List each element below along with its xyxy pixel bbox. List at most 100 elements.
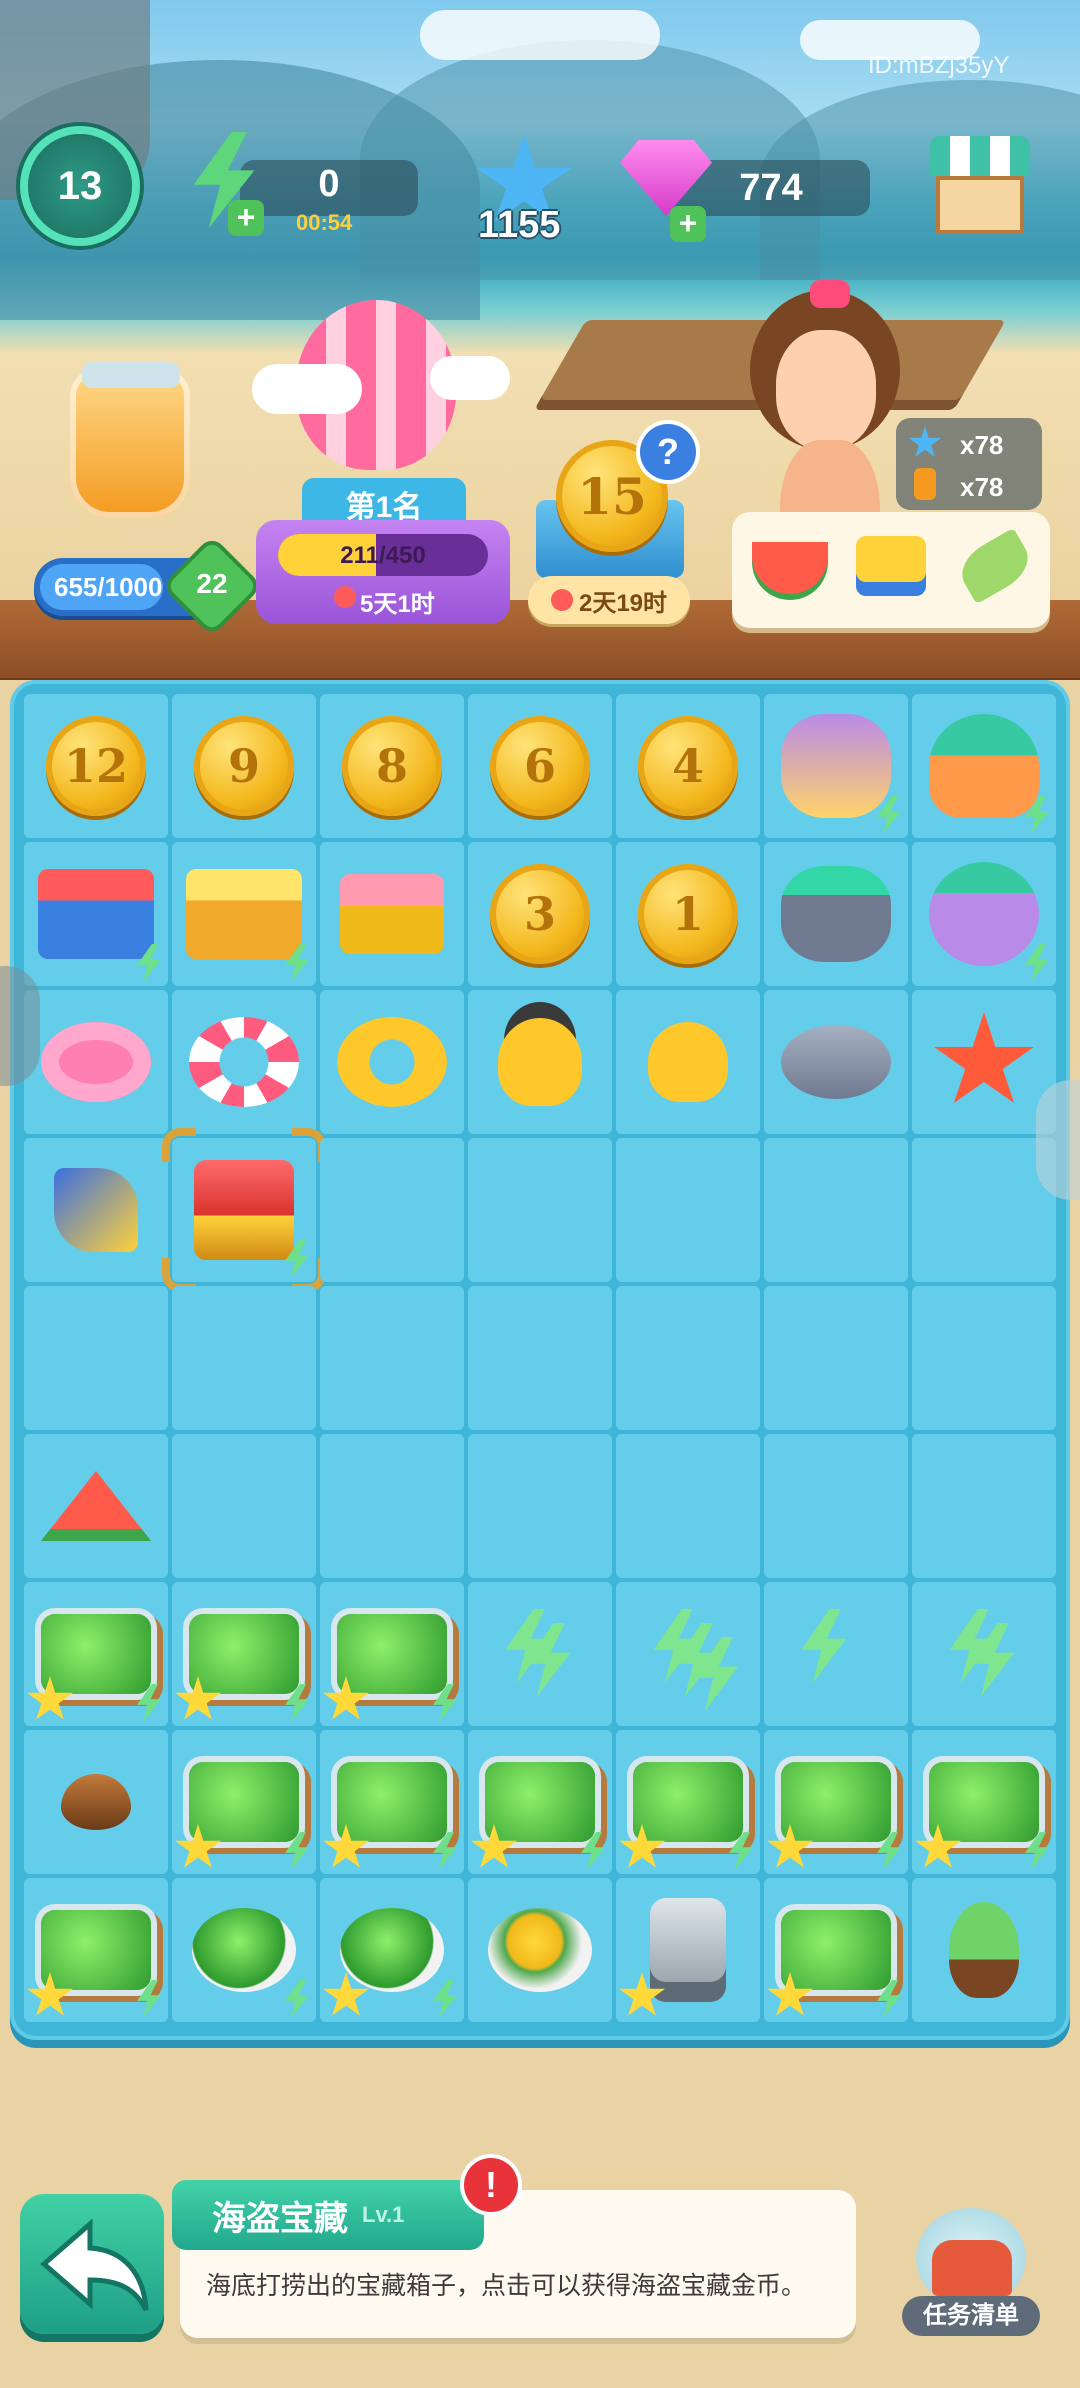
honey-jar-icon[interactable] — [70, 368, 190, 518]
picnic-basket-icon — [186, 869, 302, 959]
add-energy-button[interactable]: + — [228, 200, 264, 236]
board-cell[interactable] — [172, 1878, 316, 2022]
board-cell[interactable] — [764, 1286, 908, 1430]
board-cell[interactable] — [764, 694, 908, 838]
board-cell[interactable] — [24, 990, 168, 1134]
board-cell[interactable] — [172, 1434, 316, 1578]
melon-cart-icon — [929, 1762, 1039, 1842]
board-cell[interactable] — [24, 1582, 168, 1726]
board-cell[interactable] — [912, 1878, 1056, 2022]
balloon-timer: 5天1时 — [360, 591, 435, 618]
board-cell[interactable] — [912, 694, 1056, 838]
board-cell[interactable] — [24, 1730, 168, 1874]
board-cell[interactable] — [172, 1730, 316, 1874]
task-list-label: 任务清单 — [923, 2302, 1019, 2329]
board-cell[interactable] — [912, 1730, 1056, 1874]
board-cell[interactable] — [764, 990, 908, 1134]
board-cell[interactable] — [764, 842, 908, 986]
order-count-jar: x78 — [960, 472, 1004, 502]
watermelon-slice-icon — [752, 542, 828, 594]
board-cell[interactable] — [616, 1582, 760, 1726]
order-count-panel: x78 x78 — [896, 418, 1042, 510]
beach-crate-icon — [340, 874, 444, 954]
energy-bolt-icon — [628, 1599, 748, 1711]
board-cell[interactable] — [616, 1286, 760, 1430]
board-cell[interactable]: 3 — [468, 842, 612, 986]
board-cell[interactable] — [468, 1582, 612, 1726]
board-cell[interactable] — [172, 842, 316, 986]
board-cell[interactable] — [24, 1138, 168, 1282]
flamingo-float-icon — [41, 1022, 151, 1102]
board-cell[interactable]: 1 — [616, 842, 760, 986]
board-cell[interactable]: 8 — [320, 694, 464, 838]
task-list-button[interactable]: 任务清单 — [896, 2200, 1046, 2340]
board-cell[interactable] — [616, 1138, 760, 1282]
board-cell[interactable] — [24, 842, 168, 986]
alert-badge[interactable]: ! — [464, 2158, 518, 2212]
right-edge-button[interactable] — [1036, 1080, 1080, 1200]
board-cell[interactable] — [468, 1878, 612, 2022]
board-cell[interactable] — [162, 1128, 326, 1292]
board-cell[interactable]: 9 — [172, 694, 316, 838]
board-cell[interactable] — [320, 1878, 464, 2022]
back-button[interactable] — [20, 2194, 164, 2334]
level-number: 13 — [57, 163, 103, 208]
board-cell[interactable] — [616, 1878, 760, 2022]
balloon-progress-bar: 211/450 — [278, 534, 488, 576]
order-count-star: x78 — [960, 430, 1004, 460]
board-cell[interactable] — [468, 1434, 612, 1578]
help-button[interactable]: ? — [640, 424, 696, 480]
board-cell[interactable] — [912, 1138, 1056, 1282]
board-cell[interactable] — [468, 990, 612, 1134]
board-cell[interactable] — [764, 1138, 908, 1282]
board-cell[interactable] — [320, 1730, 464, 1874]
add-gem-button[interactable]: + — [670, 206, 706, 242]
board-cell[interactable] — [24, 1878, 168, 2022]
order-card[interactable] — [732, 512, 1050, 628]
board-cell[interactable] — [172, 990, 316, 1134]
board-cell[interactable] — [912, 990, 1056, 1134]
shop-icon[interactable] — [930, 136, 1030, 240]
merge-board: 12 9 8 6 4 3 1 — [10, 680, 1070, 2040]
board-cell[interactable]: 4 — [616, 694, 760, 838]
board-cell[interactable] — [320, 842, 464, 986]
coin-icon: 8 — [342, 716, 442, 816]
board-cell[interactable] — [616, 990, 760, 1134]
board-cell[interactable] — [912, 1434, 1056, 1578]
board-cell[interactable]: 6 — [468, 694, 612, 838]
board-cell[interactable] — [24, 1434, 168, 1578]
board-cell[interactable] — [320, 1434, 464, 1578]
board-cell[interactable] — [24, 1286, 168, 1430]
board-cell[interactable] — [172, 1582, 316, 1726]
help-icon: ? — [657, 431, 679, 472]
coral-shell-icon — [781, 714, 891, 818]
alert-icon: ! — [485, 2164, 497, 2205]
board-cell[interactable] — [320, 1582, 464, 1726]
seed-icon — [61, 1774, 131, 1830]
left-edge-button[interactable] — [0, 966, 40, 1086]
board-cell[interactable] — [172, 1286, 316, 1430]
board-cell[interactable] — [320, 1138, 464, 1282]
board-cell[interactable] — [320, 990, 464, 1134]
item-description: 海底打捞出的宝藏箱子，点击可以获得海盗宝藏金币。 — [206, 2272, 807, 2300]
board-cell[interactable] — [764, 1730, 908, 1874]
level-badge[interactable]: 13 — [28, 134, 132, 238]
balloon-panel[interactable]: 211/450 5天1时 — [256, 520, 510, 624]
board-cell[interactable] — [468, 1138, 612, 1282]
melon-cart-icon — [337, 1762, 447, 1842]
board-cell[interactable] — [616, 1730, 760, 1874]
clock-icon — [334, 586, 356, 608]
board-cell[interactable] — [912, 842, 1056, 986]
item-name-tab: 海盗宝藏 Lv.1 — [172, 2180, 484, 2250]
board-cell[interactable]: 12 — [24, 694, 168, 838]
board-cell[interactable] — [764, 1878, 908, 2022]
board-cell[interactable] — [320, 1286, 464, 1430]
board-cell[interactable] — [616, 1434, 760, 1578]
board-cell[interactable] — [912, 1286, 1056, 1430]
board-cell[interactable] — [912, 1582, 1056, 1726]
board-grid: 12 9 8 6 4 3 1 — [22, 692, 1058, 2024]
board-cell[interactable] — [468, 1286, 612, 1430]
board-cell[interactable] — [468, 1730, 612, 1874]
board-cell[interactable] — [764, 1434, 908, 1578]
board-cell[interactable] — [764, 1582, 908, 1726]
